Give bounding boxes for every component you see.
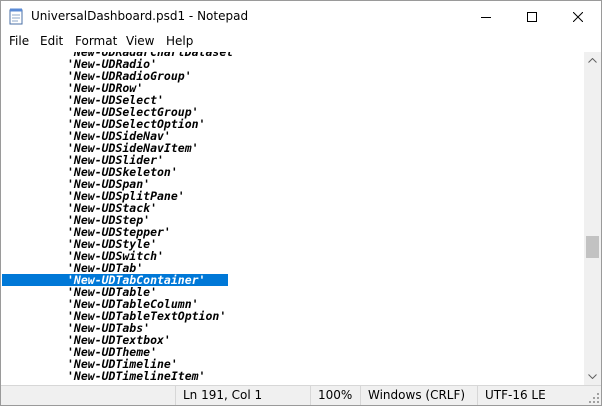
text-line[interactable]: 'New-UDTimelineItem' [1, 370, 584, 382]
menu-bar: File Edit Format View Help [1, 32, 601, 51]
resize-grip-icon[interactable] [588, 392, 600, 404]
menu-edit[interactable]: Edit [40, 34, 63, 48]
line-text: 'New-UDTimelineItem' [67, 369, 206, 383]
text-editor[interactable]: 'New-UDRadarChartDataset' 'New-UDRadio' 'N… [1, 52, 584, 385]
menu-view[interactable]: View [126, 34, 154, 48]
title-bar[interactable]: UniversalDashboard.psd1 - Notepad [1, 1, 601, 32]
zoom-level: 100% [310, 386, 360, 405]
minimize-button[interactable] [463, 1, 509, 32]
text-lines: 'New-UDRadarChartDataset' 'New-UDRadio' 'N… [1, 52, 584, 382]
scroll-down-button[interactable] [584, 368, 601, 385]
window-title: UniversalDashboard.psd1 - Notepad [31, 9, 249, 23]
scroll-up-button[interactable] [584, 52, 601, 69]
scroll-up-arrow-icon [588, 58, 597, 63]
close-button[interactable] [555, 1, 601, 32]
close-icon [573, 11, 583, 22]
notepad-icon[interactable] [9, 8, 24, 25]
scroll-down-arrow-icon [588, 374, 597, 379]
maximize-button[interactable] [509, 1, 555, 32]
status-bar: Ln 191, Col 1 100% Windows (CRLF) UTF-16… [1, 385, 601, 405]
menu-file[interactable]: File [9, 34, 29, 48]
scrollbar-thumb[interactable] [586, 236, 599, 258]
menu-help[interactable]: Help [166, 34, 193, 48]
minimize-icon [481, 16, 491, 18]
notepad-window: UniversalDashboard.psd1 - Notepad File E… [0, 0, 602, 406]
menu-format[interactable]: Format [75, 34, 117, 48]
cursor-position: Ln 191, Col 1 [175, 386, 310, 405]
vertical-scrollbar[interactable] [584, 52, 601, 385]
maximize-icon [527, 11, 537, 22]
encoding: UTF-16 LE [477, 386, 587, 405]
line-ending: Windows (CRLF) [360, 386, 477, 405]
